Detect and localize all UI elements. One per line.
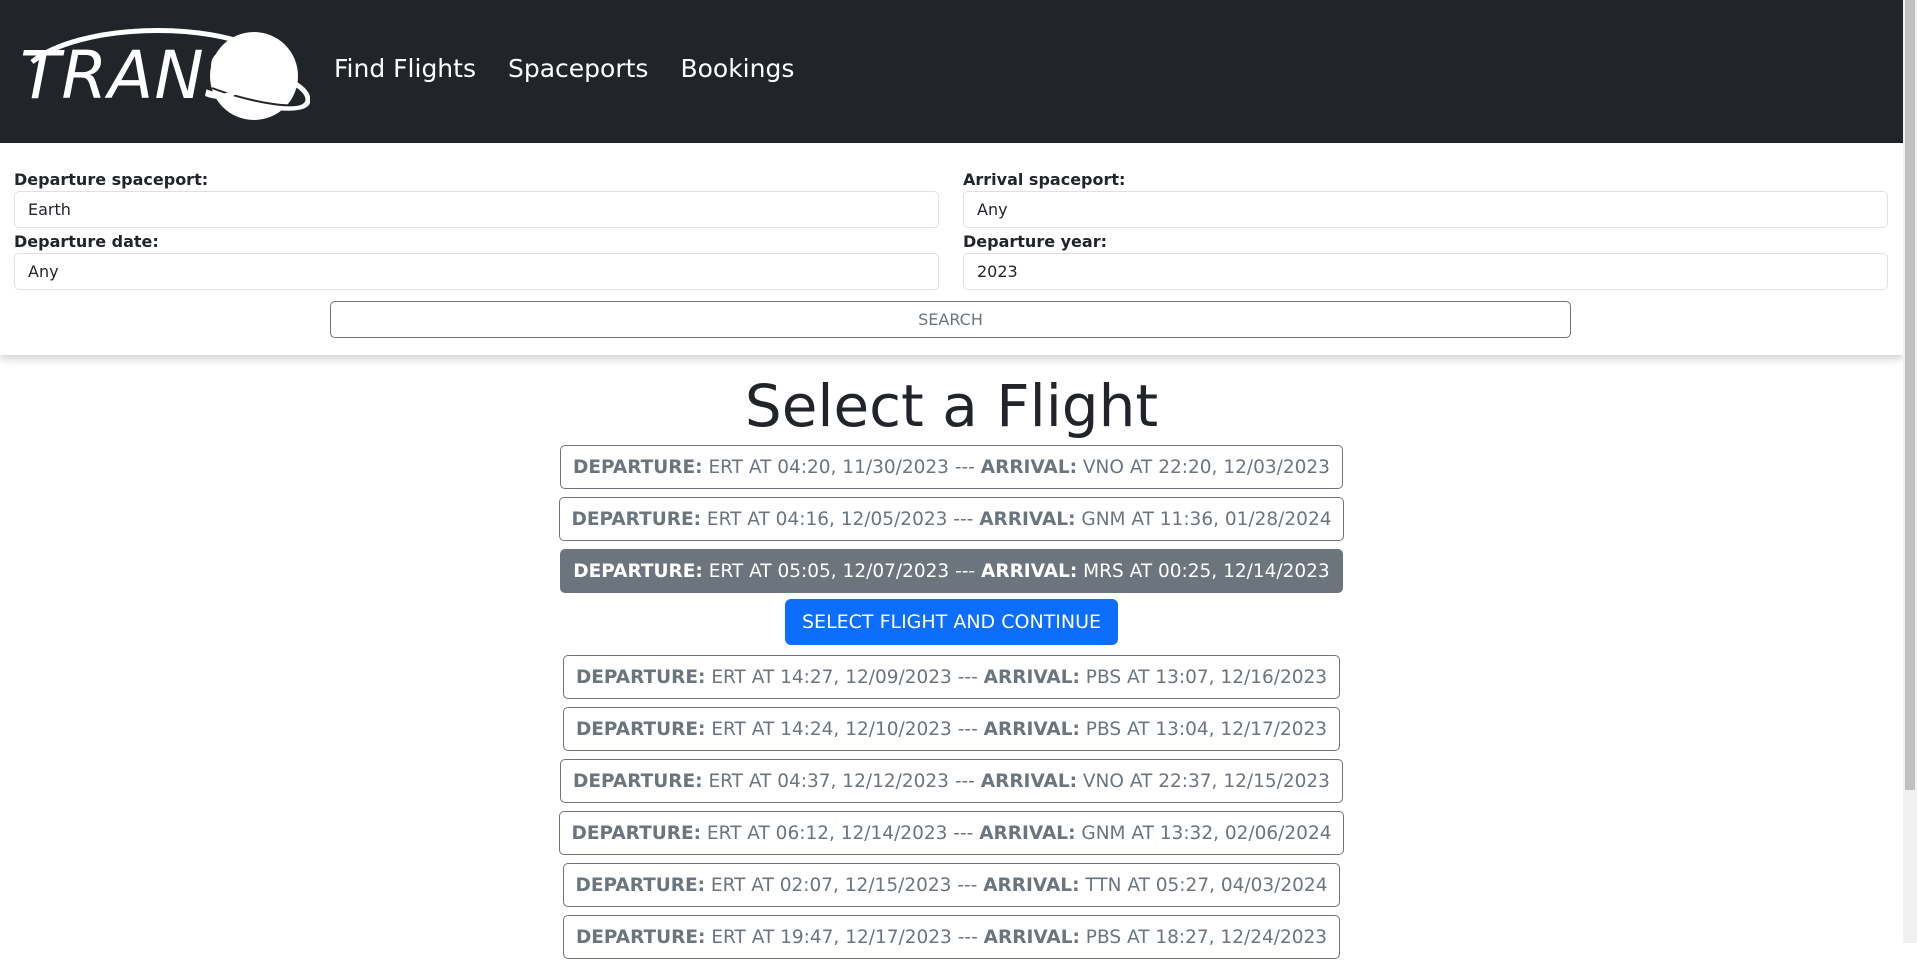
flight-option-selected[interactable]: DEPARTURE: ERT AT 05:05, 12/07/2023 --- … (560, 549, 1343, 593)
flight-row: DEPARTURE: ERT AT 06:12, 12/14/2023 --- … (0, 811, 1903, 855)
arrival-spaceport-field: Arrival spaceport: (963, 169, 1888, 228)
arrival-spaceport-label: Arrival spaceport: (963, 170, 1126, 189)
arrival-label: ARRIVAL: (980, 770, 1078, 792)
arrival-info: GNM AT 11:36, 01/28/2024 (1081, 508, 1332, 530)
flight-option[interactable]: DEPARTURE: ERT AT 04:37, 12/12/2023 --- … (560, 759, 1343, 803)
departure-year-input[interactable] (963, 253, 1888, 290)
separator: --- (957, 926, 978, 948)
departure-year-label: Departure year: (963, 232, 1107, 251)
departure-label: DEPARTURE: (575, 666, 706, 688)
flight-option[interactable]: DEPARTURE: ERT AT 02:07, 12/15/2023 --- … (562, 863, 1341, 907)
arrival-info: GNM AT 13:32, 02/06/2024 (1081, 822, 1332, 844)
separator: --- (957, 666, 978, 688)
departure-label: DEPARTURE: (575, 926, 706, 948)
arrival-label: ARRIVAL: (983, 718, 1080, 740)
flight-option[interactable]: DEPARTURE: ERT AT 06:12, 12/14/2023 --- … (558, 811, 1345, 855)
arrival-label: ARRIVAL: (983, 874, 1080, 896)
departure-info: ERT AT 04:16, 12/05/2023 (706, 508, 948, 530)
arrival-label: ARRIVAL: (980, 456, 1078, 478)
search-panel: Departure spaceport: Arrival spaceport: … (0, 143, 1903, 355)
flight-row: DEPARTURE: ERT AT 04:16, 12/05/2023 --- … (0, 497, 1903, 541)
departure-info: ERT AT 02:07, 12/15/2023 (710, 874, 952, 896)
nav-find-flights[interactable]: Find Flights (334, 54, 476, 83)
flight-list: DEPARTURE: ERT AT 04:20, 11/30/2023 --- … (0, 445, 1903, 967)
arrival-info: VNO AT 22:37, 12/15/2023 (1082, 770, 1330, 792)
separator: --- (954, 456, 975, 478)
page-title: Select a Flight (744, 372, 1159, 440)
arrival-info: MRS AT 00:25, 12/14/2023 (1083, 560, 1330, 582)
nav-spaceports[interactable]: Spaceports (508, 54, 648, 83)
flight-option[interactable]: DEPARTURE: ERT AT 14:27, 12/09/2023 --- … (562, 655, 1341, 699)
departure-info: ERT AT 14:27, 12/09/2023 (711, 666, 952, 688)
flight-row: DEPARTURE: ERT AT 04:20, 11/30/2023 --- … (0, 445, 1903, 489)
departure-info: ERT AT 14:24, 12/10/2023 (711, 718, 952, 740)
separator: --- (957, 718, 978, 740)
select-flight-continue-button[interactable]: SELECT FLIGHT AND CONTINUE (785, 599, 1118, 645)
departure-date-input[interactable] (14, 253, 939, 290)
departure-info: ERT AT 06:12, 12/14/2023 (706, 822, 948, 844)
arrival-info: VNO AT 22:20, 12/03/2023 (1082, 456, 1330, 478)
flight-option[interactable]: DEPARTURE: ERT AT 14:24, 12/10/2023 --- … (562, 707, 1341, 751)
separator: --- (955, 560, 976, 582)
separator: --- (957, 874, 978, 896)
departure-info: ERT AT 19:47, 12/17/2023 (711, 926, 952, 948)
departure-spaceport-label: Departure spaceport: (14, 170, 209, 189)
departure-year-field: Departure year: (963, 231, 1888, 290)
arrival-info: PBS AT 13:07, 12/16/2023 (1085, 666, 1328, 688)
departure-info: ERT AT 04:37, 12/12/2023 (708, 770, 949, 792)
arrival-info: TTN AT 05:27, 04/03/2024 (1085, 874, 1328, 896)
departure-info: ERT AT 05:05, 12/07/2023 (708, 560, 950, 582)
separator: --- (953, 508, 974, 530)
departure-label: DEPARTURE: (573, 560, 703, 582)
top-navbar: TRANS Find Flights Spaceports Bookings (0, 0, 1903, 143)
trans-logo[interactable]: TRANS (18, 22, 310, 122)
separator: --- (953, 822, 974, 844)
flight-option[interactable]: DEPARTURE: ERT AT 19:47, 12/17/2023 --- … (562, 915, 1341, 959)
departure-date-label: Departure date: (14, 232, 159, 251)
departure-label: DEPARTURE: (573, 456, 703, 478)
logo-text: TRANS (20, 37, 248, 114)
departure-label: DEPARTURE: (571, 822, 702, 844)
flight-option[interactable]: DEPARTURE: ERT AT 04:16, 12/05/2023 --- … (558, 497, 1345, 541)
departure-info: ERT AT 04:20, 11/30/2023 (708, 456, 949, 478)
arrival-info: PBS AT 13:04, 12/17/2023 (1085, 718, 1328, 740)
flight-row: DEPARTURE: ERT AT 04:37, 12/12/2023 --- … (0, 759, 1903, 803)
flight-row: DEPARTURE: ERT AT 14:24, 12/10/2023 --- … (0, 707, 1903, 751)
arrival-label: ARRIVAL: (983, 926, 1080, 948)
flight-row: DEPARTURE: ERT AT 05:05, 12/07/2023 --- … (0, 549, 1903, 593)
arrival-label: ARRIVAL: (979, 822, 1076, 844)
departure-spaceport-input[interactable] (14, 191, 939, 228)
arrival-label: ARRIVAL: (979, 508, 1076, 530)
arrival-spaceport-input[interactable] (963, 191, 1888, 228)
flight-option[interactable]: DEPARTURE: ERT AT 04:20, 11/30/2023 --- … (560, 445, 1343, 489)
flight-row: DEPARTURE: ERT AT 02:07, 12/15/2023 --- … (0, 863, 1903, 907)
flight-row: DEPARTURE: ERT AT 14:27, 12/09/2023 --- … (0, 655, 1903, 699)
departure-spaceport-field: Departure spaceport: (14, 169, 939, 228)
departure-label: DEPARTURE: (575, 718, 706, 740)
departure-label: DEPARTURE: (571, 508, 702, 530)
vertical-scrollbar-thumb[interactable] (1905, 0, 1915, 790)
continue-row: SELECT FLIGHT AND CONTINUE (0, 599, 1903, 645)
arrival-info: PBS AT 18:27, 12/24/2023 (1085, 926, 1328, 948)
nav-bookings[interactable]: Bookings (680, 54, 794, 83)
departure-label: DEPARTURE: (575, 874, 706, 896)
flight-row: DEPARTURE: ERT AT 19:47, 12/17/2023 --- … (0, 915, 1903, 959)
departure-date-field: Departure date: (14, 231, 939, 290)
departure-label: DEPARTURE: (573, 770, 703, 792)
arrival-label: ARRIVAL: (983, 666, 1080, 688)
arrival-label: ARRIVAL: (981, 560, 1078, 582)
separator: --- (954, 770, 975, 792)
search-button[interactable]: SEARCH (330, 301, 1571, 338)
